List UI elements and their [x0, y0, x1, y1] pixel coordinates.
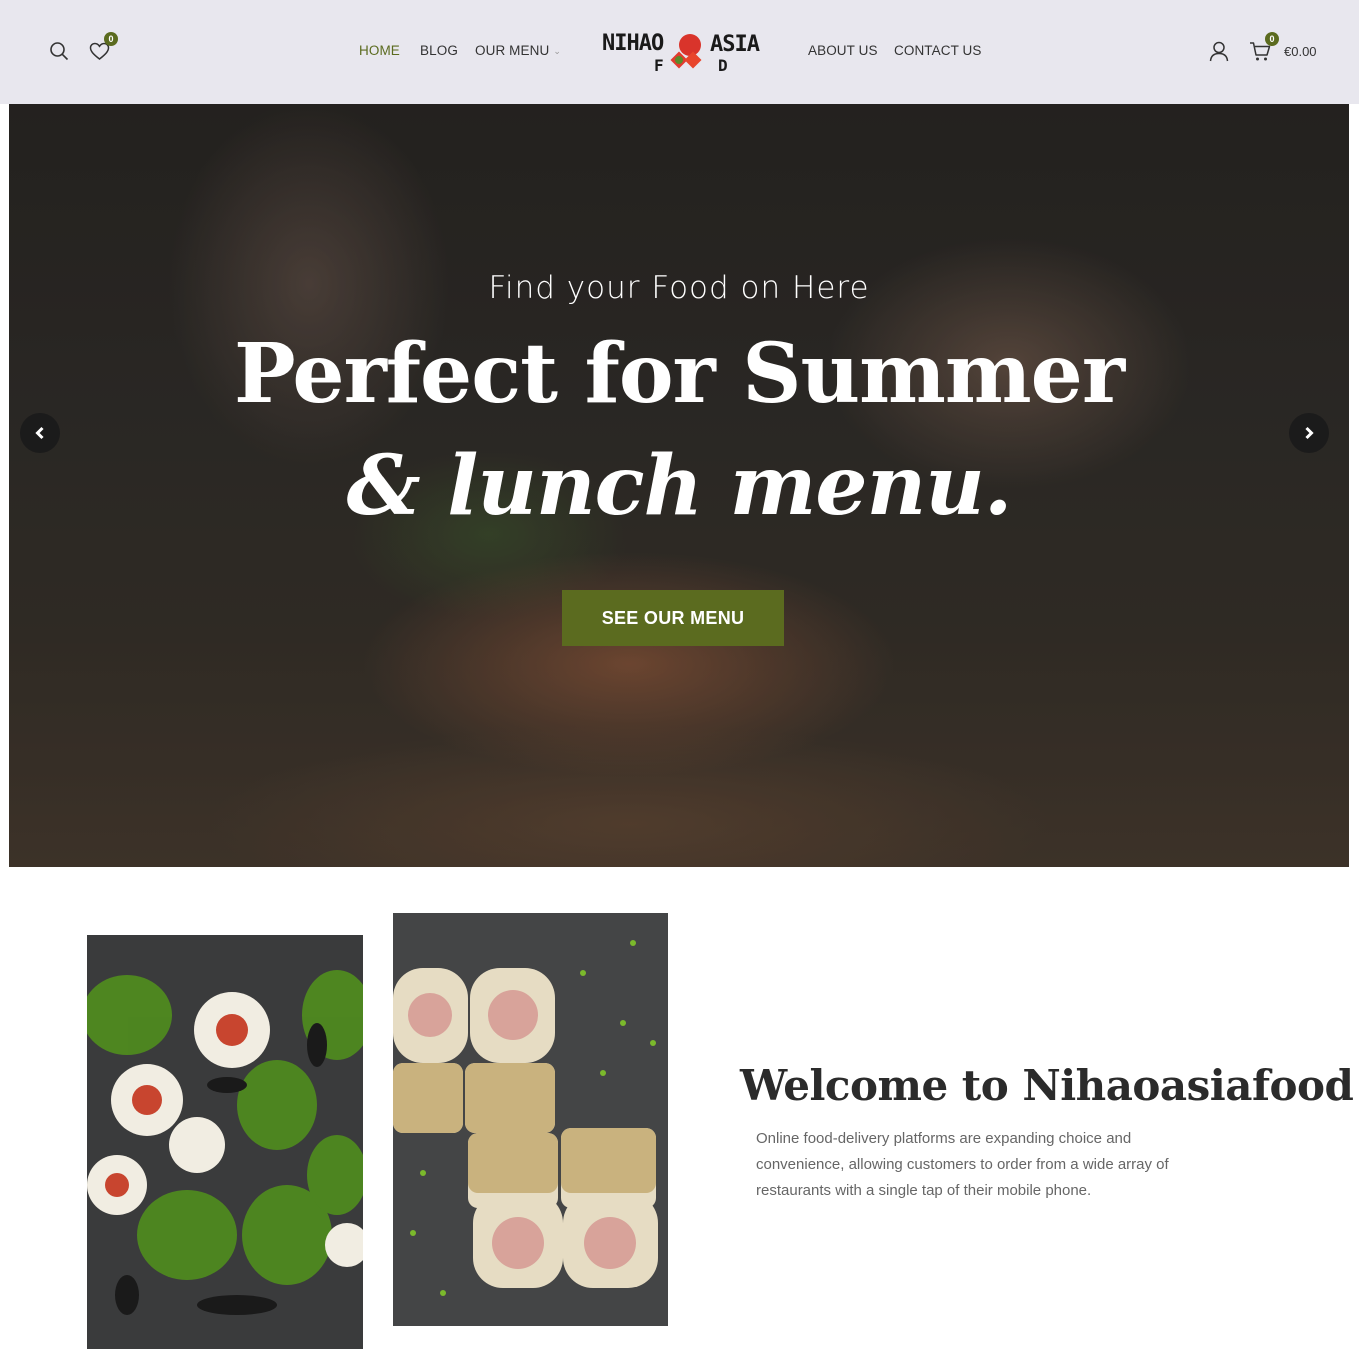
welcome-heading: Welcome to Nihaoasiafood: [740, 1061, 1354, 1110]
nav-home[interactable]: HOME: [359, 43, 400, 58]
user-icon[interactable]: [1206, 38, 1232, 64]
svg-text:F: F: [654, 56, 664, 75]
nav-blog[interactable]: BLOG: [420, 43, 458, 58]
svg-text:NIHAO: NIHAO: [602, 31, 664, 56]
nav-our-menu-label: OUR MENU: [475, 43, 550, 58]
sesame-sushi-image: [393, 913, 668, 1326]
slider-prev-button[interactable]: [20, 413, 60, 453]
site-header: 0 HOME BLOG OUR MENU ⌄ NIHAO ASIA F D ABO…: [0, 0, 1359, 104]
svg-text:D: D: [718, 56, 728, 75]
chevron-down-icon: ⌄: [553, 46, 561, 56]
cart-button[interactable]: 0: [1247, 32, 1279, 64]
cart-count-badge: 0: [1265, 32, 1279, 46]
hero-title-line1: Perfect for Summer: [233, 326, 1125, 422]
cart-total[interactable]: €0.00: [1284, 44, 1317, 59]
nav-about-us[interactable]: ABOUT US: [808, 43, 878, 58]
hero-subtitle: Find your Food on Here: [488, 270, 870, 306]
site-logo[interactable]: NIHAO ASIA F D: [598, 26, 768, 78]
slider-next-button[interactable]: [1289, 413, 1329, 453]
search-icon[interactable]: [46, 38, 72, 64]
wishlist-count-badge: 0: [104, 32, 118, 46]
nav-contact-us[interactable]: CONTACT US: [894, 43, 982, 58]
chevron-left-icon: [35, 426, 44, 440]
see-our-menu-button[interactable]: SEE OUR MENU: [562, 590, 784, 646]
chevron-right-icon: [1305, 426, 1314, 440]
wishlist-button[interactable]: 0: [86, 32, 118, 64]
hero-slider: Find your Food on Here Perfect for Summe…: [9, 104, 1349, 867]
hero-title-line2: & lunch menu.: [346, 438, 1013, 534]
nav-our-menu[interactable]: OUR MENU ⌄: [475, 43, 561, 58]
svg-text:ASIA: ASIA: [710, 32, 760, 57]
welcome-description: Online food-delivery platforms are expan…: [756, 1130, 1169, 1199]
seaweed-sushi-image: [87, 935, 363, 1349]
